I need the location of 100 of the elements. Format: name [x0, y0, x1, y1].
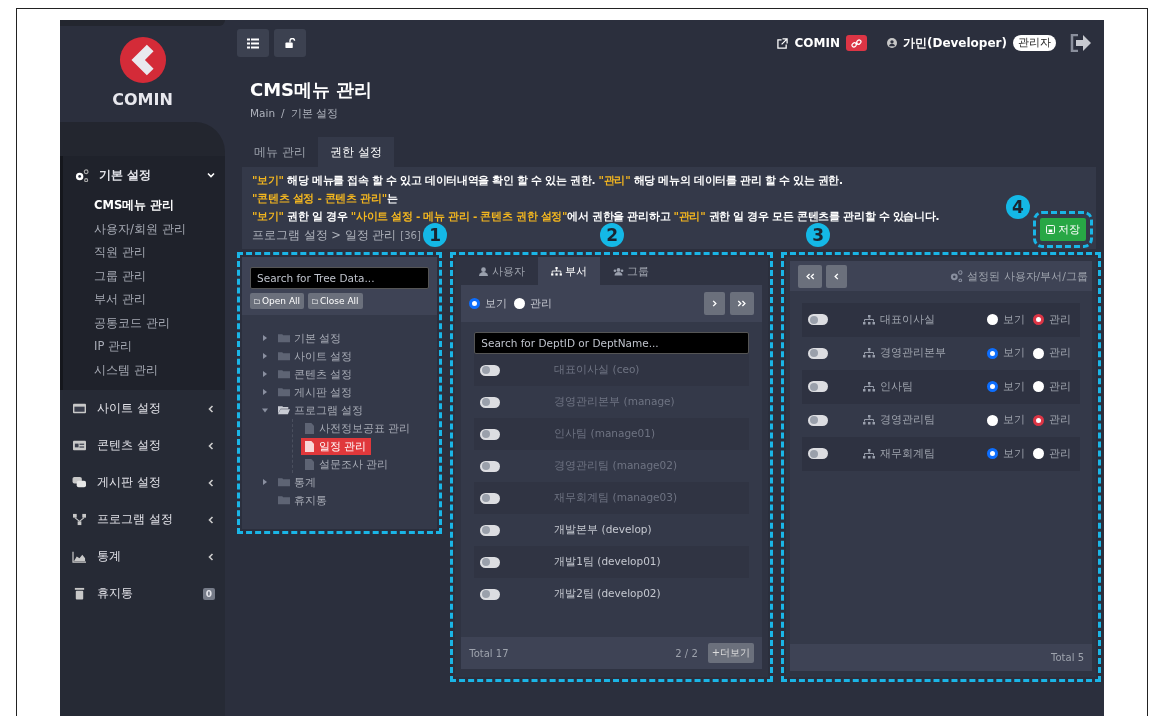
toggle-switch[interactable]	[808, 381, 829, 393]
toggle-switch[interactable]	[480, 524, 501, 536]
tree-item[interactable]: 설문조사 관리	[301, 455, 393, 473]
radio-button[interactable]	[987, 414, 998, 426]
radio-label[interactable]: 보기	[1003, 446, 1025, 461]
count-badge: 0	[202, 587, 215, 600]
sidebar-item[interactable]: 게시판 설정	[60, 464, 225, 501]
logo-text: COMIN	[112, 90, 173, 109]
expand-icon[interactable]	[262, 353, 268, 359]
breadcrumb-separator: /	[281, 107, 285, 121]
item-count: [36]	[400, 230, 421, 241]
info-text: "콘텐츠 설정 - 콘텐츠 관리"는	[252, 192, 399, 205]
toggle-switch[interactable]	[808, 347, 829, 359]
tab[interactable]: 권한 설정	[317, 137, 394, 167]
tab[interactable]: 부서	[538, 257, 601, 285]
search-field[interactable]: Search for DeptID or DeptName...	[474, 332, 750, 354]
sidebar-item[interactable]: 프로그램 설정	[60, 501, 225, 538]
radio-button[interactable]	[469, 298, 481, 309]
info-text: "보기" 해당 메뉴를 접속 할 수 있고 데이터내역을 확인 할 수 있는 권한. "관리" 해당 메뉴의 데이터를 관리 할 수 있는 권한.	[252, 174, 844, 187]
sidebar-item[interactable]: 사이트 설정	[60, 390, 225, 427]
users-icon	[613, 266, 625, 276]
radio-label[interactable]: 관리	[530, 296, 553, 311]
tree-item[interactable]: 프로그램 설정	[294, 402, 364, 418]
tree-item[interactable]: 일정 관리	[301, 437, 371, 455]
radio-button[interactable]	[1033, 314, 1044, 326]
tree-item[interactable]: 사전정보공표 관리	[301, 419, 415, 437]
expand-icon[interactable]	[262, 389, 268, 395]
radio-button[interactable]	[987, 448, 998, 460]
radio-button[interactable]	[514, 298, 526, 309]
sidebar-subitem[interactable]: 부서 관리	[94, 288, 225, 312]
user-name[interactable]: 가민(Developer)	[902, 34, 1007, 52]
sidebar-subitem[interactable]: 직원 관리	[94, 241, 225, 265]
open-all-button[interactable]: Open All	[250, 293, 305, 309]
sidebar-item[interactable]: 휴지통 0	[60, 575, 225, 612]
tab[interactable]: 메뉴 관리	[242, 137, 318, 167]
radio-button[interactable]	[1033, 448, 1044, 460]
sidebar-subitem[interactable]: 그룹 관리	[94, 264, 225, 288]
collapse-icon[interactable]	[262, 407, 268, 413]
radio-label[interactable]: 보기	[1003, 312, 1025, 327]
link-button[interactable]	[845, 35, 867, 51]
sidebar-subitem[interactable]: 공통코드 관리	[94, 311, 225, 335]
role-badge: 관리자	[1013, 35, 1056, 51]
toggle-switch[interactable]	[808, 314, 829, 326]
radio-label[interactable]: 관리	[1049, 312, 1071, 327]
sidebar-item[interactable]: 콘텐츠 설정	[60, 427, 225, 464]
toggle-switch[interactable]	[808, 414, 829, 426]
radio-label[interactable]: 보기	[485, 296, 508, 311]
expand-icon[interactable]	[262, 335, 268, 341]
move-right-button[interactable]	[704, 292, 726, 315]
radio-label[interactable]: 보기	[1003, 379, 1025, 394]
search-field[interactable]: Search for Tree Data...	[250, 267, 430, 289]
close-all-button[interactable]: Close All	[308, 293, 363, 309]
radio-button[interactable]	[987, 381, 998, 393]
toggle-switch[interactable]	[480, 588, 501, 600]
radio-label[interactable]: 관리	[1049, 446, 1071, 461]
tree-item[interactable]: 사이트 설정	[294, 348, 353, 364]
expand-icon[interactable]	[262, 371, 268, 377]
trash-icon	[72, 587, 87, 600]
radio-label[interactable]: 관리	[1049, 346, 1071, 361]
tree-item[interactable]: 휴지통	[294, 492, 327, 508]
breadcrumb-item[interactable]: Main	[250, 107, 276, 121]
expand-icon[interactable]	[262, 479, 268, 485]
radio-label[interactable]: 보기	[1003, 413, 1025, 428]
radio-label[interactable]: 관리	[1049, 413, 1071, 428]
folder-icon	[278, 477, 290, 487]
move-all-left-button[interactable]	[798, 264, 823, 288]
radio-button[interactable]	[987, 347, 998, 359]
sidebar-subitem[interactable]: IP 관리	[94, 335, 225, 359]
site-link[interactable]: COMIN	[794, 36, 840, 50]
info-text: "보기" 권한 일 경우 "사이트 설정 - 메뉴 관리 - 콘텐츠 권한 설정"에서 권한을 관리하고 "관리" 권한 일 경우 모든 콘텐츠를 관리할 수 있습니다.	[252, 210, 941, 223]
radio-label[interactable]: 관리	[1049, 379, 1071, 394]
tree-item[interactable]: 콘텐츠 설정	[294, 366, 353, 382]
sidebar-subitem[interactable]: 사용자/회원 관리	[94, 217, 225, 241]
area-chart-icon	[72, 550, 87, 563]
radio-label[interactable]: 보기	[1003, 346, 1025, 361]
move-left-button[interactable]	[826, 264, 848, 288]
tree-item[interactable]: 통계	[294, 474, 316, 490]
radio-button[interactable]	[1033, 381, 1044, 393]
sidebar-item[interactable]: 통계	[60, 538, 225, 575]
tab[interactable]: 그룹	[600, 257, 663, 285]
toggle-switch[interactable]	[480, 556, 501, 568]
page-indicator: 2 / 2	[675, 647, 698, 659]
logout-icon[interactable]	[1070, 34, 1092, 52]
sidebar-subitem[interactable]: CMS메뉴 관리	[94, 194, 225, 218]
user-icon	[886, 38, 897, 48]
department-name: 대표이사실 (ceo)	[554, 363, 640, 377]
sidebar-item[interactable]: 기본 설정	[63, 156, 225, 194]
sidebar-subitem[interactable]: 시스템 관리	[94, 358, 225, 382]
unlock-button[interactable]	[274, 29, 306, 57]
move-all-right-button[interactable]	[730, 292, 755, 315]
list-button[interactable]	[237, 29, 269, 57]
radio-button[interactable]	[1033, 414, 1044, 426]
tab[interactable]: 사용자	[465, 257, 539, 285]
more-button[interactable]: +더보기	[707, 643, 755, 663]
user-icon	[478, 266, 490, 276]
radio-button[interactable]	[987, 314, 998, 326]
radio-button[interactable]	[1033, 347, 1044, 359]
tree-item[interactable]: 게시판 설정	[294, 384, 353, 400]
toggle-switch[interactable]	[808, 448, 829, 460]
tree-item[interactable]: 기본 설정	[294, 330, 342, 346]
